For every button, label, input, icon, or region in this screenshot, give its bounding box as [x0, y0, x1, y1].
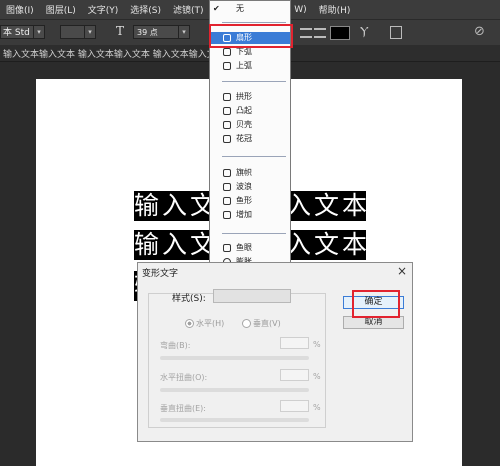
warp-option-flag[interactable]: 旗帜 [210, 167, 290, 179]
menu-type[interactable]: 文字(Y) [82, 3, 125, 16]
warp-option-arch[interactable]: 拱形 [210, 91, 290, 103]
warp-option-arc-upper[interactable]: 上弧 [210, 60, 290, 72]
menu-divider [222, 22, 286, 23]
menu-filter[interactable]: 滤镜(T) [167, 3, 210, 16]
radio-vertical[interactable]: 垂直(V) [242, 318, 281, 329]
wave-icon [223, 183, 231, 191]
menu-select[interactable]: 选择(S) [124, 3, 167, 16]
radio-horizontal[interactable]: 水平(H) [185, 318, 224, 329]
warp-option-rise[interactable]: 增加 [210, 209, 290, 221]
font-style-dropdown[interactable]: ▾ [84, 25, 96, 39]
menu-divider [222, 156, 286, 157]
shell-icon [223, 121, 231, 129]
arch-icon [223, 93, 231, 101]
radio-icon [185, 319, 194, 328]
horizontal-distortion-percent: % [313, 372, 321, 381]
font-size-dropdown[interactable]: ▾ [178, 25, 190, 39]
bend-slider[interactable] [160, 356, 309, 360]
annotation-highlight-arc [209, 24, 293, 48]
text-color-swatch[interactable] [330, 26, 350, 40]
style-select[interactable] [213, 289, 291, 303]
flag-icon [223, 169, 231, 177]
horizontal-distortion-label: 水平扭曲(O): [160, 373, 208, 382]
warp-option-flag-crown[interactable]: 花冠 [210, 133, 290, 145]
menu-divider [222, 81, 286, 82]
warp-option-wave[interactable]: 波浪 [210, 181, 290, 193]
style-label: 样式(S): [172, 294, 206, 304]
horizontal-distortion-slider[interactable] [160, 388, 309, 392]
warp-option-shell[interactable]: 贝壳 [210, 119, 290, 131]
dialog-title: 变形文字 [142, 269, 179, 279]
align-center-icon[interactable] [300, 28, 312, 38]
fisheye-icon [223, 244, 231, 252]
vertical-distortion-label: 垂直扭曲(E): [160, 404, 206, 413]
vertical-distortion-percent: % [313, 403, 321, 412]
menu-image[interactable]: 图像(I) [0, 3, 40, 16]
arc-lower-icon [223, 48, 231, 56]
rise-icon [223, 211, 231, 219]
menu-divider [222, 233, 286, 234]
menu-layer[interactable]: 图层(L) [40, 3, 82, 16]
vertical-distortion-field[interactable] [280, 400, 309, 412]
bulge-icon [223, 107, 231, 115]
bend-value-field[interactable] [280, 337, 309, 349]
warp-option-bulge[interactable]: 凸起 [210, 105, 290, 117]
canvas-text-line-1-right[interactable]: 入文本 [286, 191, 367, 221]
radio-icon [242, 319, 251, 328]
cancel-edit-icon[interactable]: ⊘ [474, 24, 485, 39]
close-icon[interactable]: × [397, 264, 407, 278]
menu-window[interactable]: W) [288, 5, 312, 15]
canvas-text-line-2[interactable]: 输入文本 [134, 230, 243, 260]
warp-option-fisheye[interactable]: 鱼眼 [210, 242, 290, 254]
horizontal-distortion-field[interactable] [280, 369, 309, 381]
canvas-text-line-2-right[interactable]: 入文本 [286, 230, 367, 260]
menu-help[interactable]: 帮助(H) [313, 3, 357, 16]
warp-text-icon[interactable]: Ⲩ [360, 24, 369, 39]
flag-crown-icon [223, 135, 231, 143]
align-right-icon[interactable] [314, 28, 326, 38]
warp-option-fish[interactable]: 鱼形 [210, 195, 290, 207]
warp-option-none[interactable]: ✔ 无 [210, 3, 290, 15]
checkmark-icon: ✔ [213, 4, 220, 13]
arc-upper-icon [223, 62, 231, 70]
fish-icon [223, 197, 231, 205]
bend-label: 弯曲(B): [160, 341, 191, 350]
font-family-dropdown[interactable]: ▾ [33, 25, 45, 39]
vertical-distortion-slider[interactable] [160, 418, 309, 422]
character-panel-icon[interactable] [390, 26, 402, 39]
font-size-icon: T [116, 24, 125, 38]
annotation-highlight-ok [352, 290, 400, 318]
bend-percent: % [313, 340, 321, 349]
